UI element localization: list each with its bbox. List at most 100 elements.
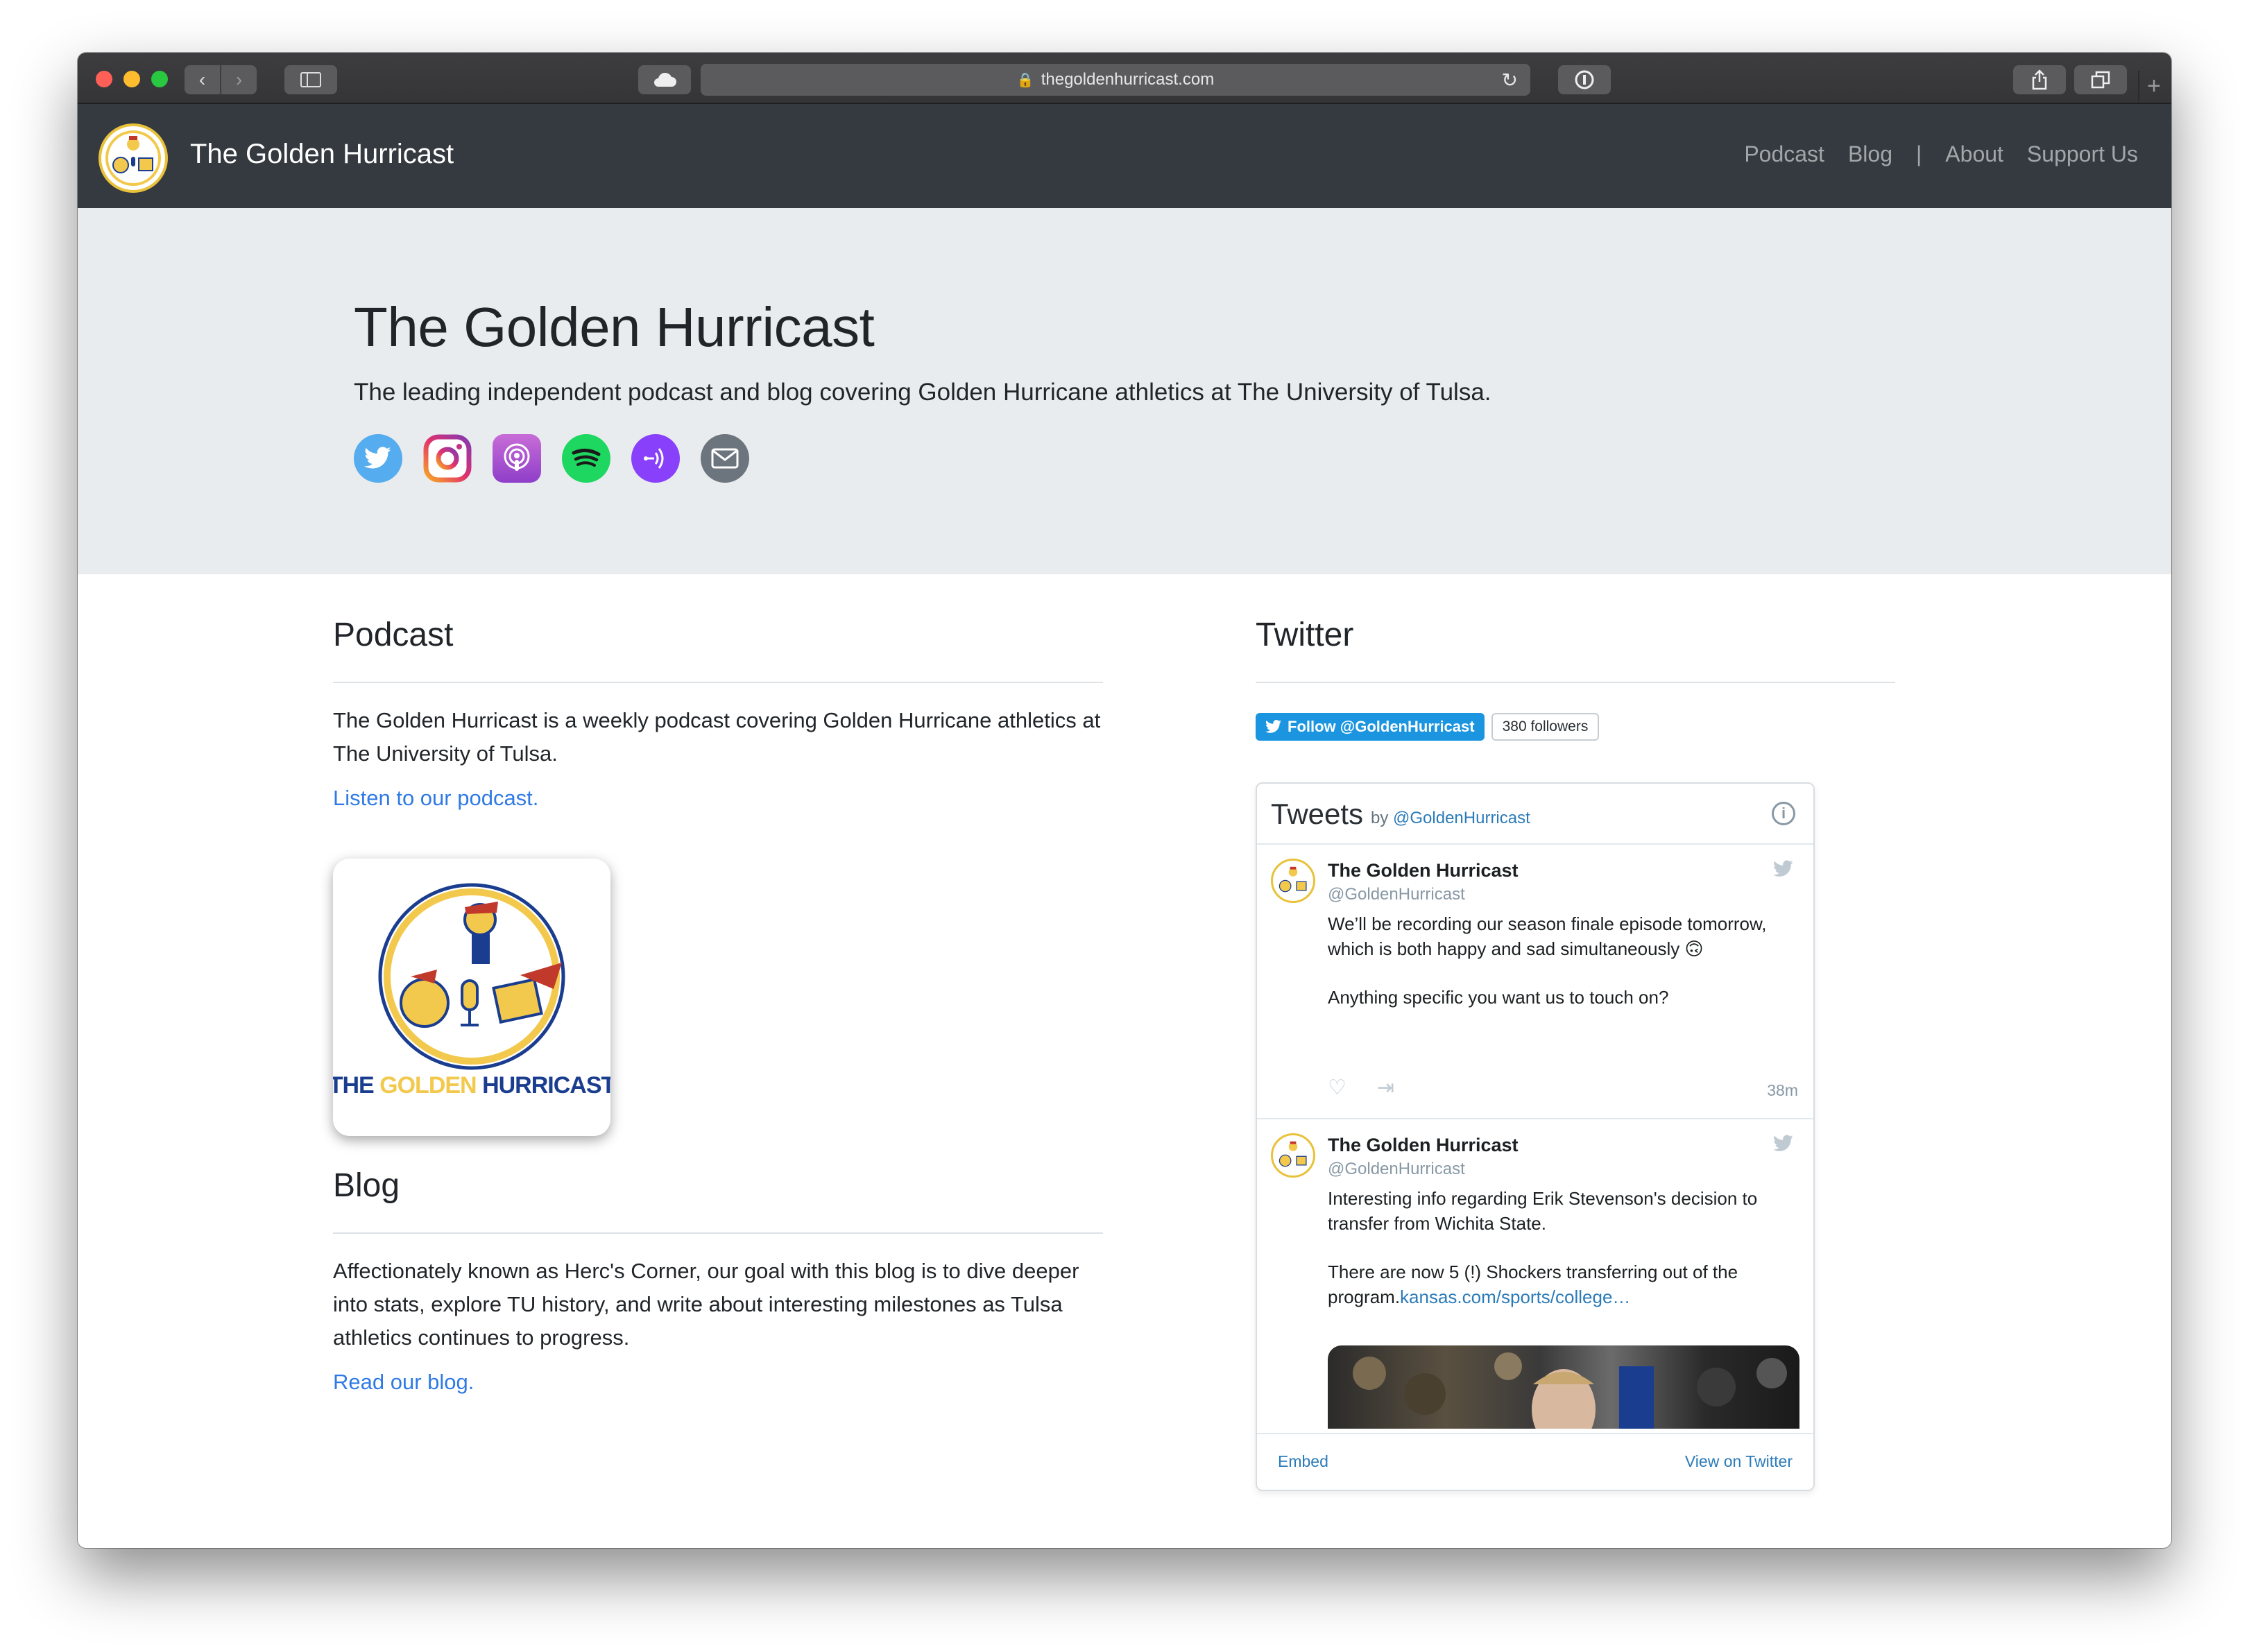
follower-count[interactable]: 380 followers bbox=[1491, 713, 1600, 741]
share-icon[interactable]: ⇥ bbox=[1377, 1076, 1394, 1100]
timeline-header: Tweets by @GoldenHurricast i bbox=[1257, 784, 1813, 845]
nav-link-blog[interactable]: Blog bbox=[1848, 141, 1892, 167]
twitter-bird-icon bbox=[1773, 1135, 1794, 1158]
view-on-twitter-link[interactable]: View on Twitter bbox=[1685, 1452, 1793, 1471]
tweet-author-handle[interactable]: @GoldenHurricast bbox=[1328, 885, 1465, 904]
podcast-description: The Golden Hurricast is a weekly podcast… bbox=[333, 708, 1101, 766]
back-arrow-icon[interactable]: ‹ bbox=[185, 65, 221, 94]
tweet-timestamp[interactable]: 38m bbox=[1767, 1081, 1798, 1100]
social-links bbox=[354, 434, 770, 483]
apple-podcasts-icon[interactable] bbox=[493, 434, 541, 483]
twitter-section: Twitter bbox=[1256, 616, 1895, 683]
address-url: thegoldenhurricast.com bbox=[1041, 70, 1215, 89]
twitter-bird-icon bbox=[1773, 860, 1794, 884]
mascot-avatar-icon bbox=[1279, 1141, 1307, 1167]
site-navbar: The Golden Hurricast Podcast Blog | Abou… bbox=[78, 104, 2171, 208]
nav-separator: | bbox=[1915, 141, 1922, 166]
tweet-article-link[interactable]: kansas.com/sports/college… bbox=[1400, 1287, 1630, 1307]
tweet-text-line: There are now 5 (!) Shockers transferrin… bbox=[1328, 1259, 1799, 1309]
blog-heading: Blog bbox=[333, 1167, 400, 1204]
twitter-divider bbox=[1256, 682, 1895, 683]
tweet-item: The Golden Hurricast @GoldenHurricast We… bbox=[1257, 845, 1813, 1119]
tweet-text-line: We’ll be recording our season finale epi… bbox=[1328, 913, 1767, 959]
tweet-media-image[interactable] bbox=[1328, 1345, 1799, 1429]
brand-name[interactable]: The Golden Hurricast bbox=[190, 139, 454, 170]
sidebar-icon bbox=[300, 72, 321, 87]
nav-link-support-us[interactable]: Support Us bbox=[2027, 141, 2138, 167]
tweet-actions: ♡ ⇥ bbox=[1328, 1076, 1425, 1100]
zoom-window-button[interactable] bbox=[151, 71, 168, 87]
heart-icon[interactable]: ♡ bbox=[1328, 1076, 1346, 1100]
timeline-footer: Embed View on Twitter bbox=[1257, 1433, 1813, 1490]
close-window-button[interactable] bbox=[96, 71, 112, 87]
podcast-artwork[interactable]: THE GOLDEN HURRICAST bbox=[333, 859, 610, 1136]
podcast-section: Podcast The Golden Hurricast is a weekly… bbox=[333, 616, 1103, 811]
follow-label: Follow @GoldenHurricast bbox=[1288, 718, 1475, 735]
share-button[interactable] bbox=[2013, 65, 2066, 94]
twitter-bird-icon bbox=[1265, 720, 1281, 733]
tweet-author-handle[interactable]: @GoldenHurricast bbox=[1328, 1160, 1465, 1179]
address-bar[interactable]: 🔒 thegoldenhurricast.com ↻ bbox=[701, 64, 1530, 96]
instagram-icon[interactable] bbox=[423, 434, 472, 483]
twitter-timeline: Tweets by @GoldenHurricast i The Golden … bbox=[1256, 782, 1815, 1491]
sidebar-toggle-button[interactable] bbox=[284, 65, 337, 94]
embed-link[interactable]: Embed bbox=[1278, 1452, 1328, 1471]
listen-podcast-link[interactable]: Listen to our podcast. bbox=[333, 786, 1103, 811]
artwork-title-golden: GOLDEN bbox=[379, 1072, 482, 1099]
anchor-icon[interactable] bbox=[631, 434, 680, 483]
reload-icon[interactable]: ↻ bbox=[1502, 69, 1518, 92]
twitter-follow-widget: Follow @GoldenHurricast 380 followers bbox=[1256, 713, 1600, 741]
share-icon bbox=[2032, 69, 2047, 90]
hero-lead: The leading independent podcast and blog… bbox=[354, 379, 1491, 406]
podcast-divider bbox=[333, 682, 1103, 683]
basketball-photo bbox=[1353, 1352, 1787, 1429]
minimize-window-button[interactable] bbox=[123, 71, 140, 87]
twitter-icon[interactable] bbox=[354, 434, 402, 483]
blog-description: Affectionately known as Herc's Corner, o… bbox=[333, 1259, 1079, 1350]
tweet-author-name[interactable]: The Golden Hurricast bbox=[1328, 1135, 1519, 1156]
brand-logo[interactable] bbox=[99, 123, 168, 193]
back-forward-buttons: ‹ › bbox=[185, 65, 257, 94]
hero-title: The Golden Hurricast bbox=[354, 296, 875, 358]
tabs-icon bbox=[2091, 71, 2110, 89]
blog-section: Blog Affectionately known as Herc's Corn… bbox=[333, 1167, 1103, 1395]
tweet-text: We’ll be recording our season finale epi… bbox=[1328, 911, 1799, 1010]
cloud-icon bbox=[654, 72, 676, 87]
timeline-byline: by @GoldenHurricast bbox=[1371, 809, 1530, 828]
timeline-handle-link[interactable]: @GoldenHurricast bbox=[1393, 809, 1530, 827]
tweet-avatar[interactable] bbox=[1271, 1133, 1315, 1178]
tab-overview-button[interactable] bbox=[2074, 65, 2127, 94]
tweet-text: Interesting info regarding Erik Stevenso… bbox=[1328, 1186, 1799, 1309]
new-tab-button[interactable]: + bbox=[2138, 71, 2169, 101]
onepassword-icon bbox=[1575, 70, 1594, 89]
blog-divider bbox=[333, 1232, 1103, 1234]
timeline-by-label: by bbox=[1371, 809, 1394, 827]
artwork-title-the: THE bbox=[333, 1072, 379, 1099]
twitter-follow-button[interactable]: Follow @GoldenHurricast bbox=[1256, 713, 1485, 741]
password-manager-button[interactable] bbox=[1558, 65, 1611, 94]
timeline-title: Tweets bbox=[1271, 798, 1364, 830]
svg-text:THE GOLDEN HURRICAST: THE GOLDEN HURRICAST bbox=[333, 1072, 610, 1099]
mascot-logo-icon bbox=[105, 130, 161, 186]
browser-window: ‹ › 🔒 thegoldenhurricast.com ↻ + The Gol… bbox=[78, 53, 2171, 1548]
nav-link-podcast[interactable]: Podcast bbox=[1744, 141, 1824, 167]
mascot-avatar-icon bbox=[1279, 866, 1307, 893]
tweet-avatar[interactable] bbox=[1271, 859, 1315, 903]
tweet-item: The Golden Hurricast @GoldenHurricast In… bbox=[1257, 1119, 1813, 1438]
nav-link-about[interactable]: About bbox=[1945, 141, 2003, 167]
tweet-text-line: Interesting info regarding Erik Stevenso… bbox=[1328, 1188, 1758, 1234]
tweet-author-name[interactable]: The Golden Hurricast bbox=[1328, 860, 1519, 881]
email-icon[interactable] bbox=[701, 434, 749, 483]
artwork-title-hurricast: HURRICAST bbox=[482, 1072, 610, 1099]
tweet-text-line: Anything specific you want us to touch o… bbox=[1328, 987, 1669, 1008]
hero-section: The Golden Hurricast The leading indepen… bbox=[78, 208, 2171, 574]
nav-links: Podcast Blog | About Support Us bbox=[1720, 141, 2138, 167]
podcast-heading: Podcast bbox=[333, 617, 454, 653]
lock-icon: 🔒 bbox=[1016, 72, 1034, 88]
info-icon[interactable]: i bbox=[1772, 802, 1795, 825]
browser-toolbar: ‹ › 🔒 thegoldenhurricast.com ↻ + bbox=[78, 53, 2171, 104]
read-blog-link[interactable]: Read our blog. bbox=[333, 1370, 1103, 1395]
spotify-icon[interactable] bbox=[562, 434, 610, 483]
forward-arrow-icon[interactable]: › bbox=[221, 65, 257, 94]
icloud-tabs-button[interactable] bbox=[638, 65, 691, 94]
